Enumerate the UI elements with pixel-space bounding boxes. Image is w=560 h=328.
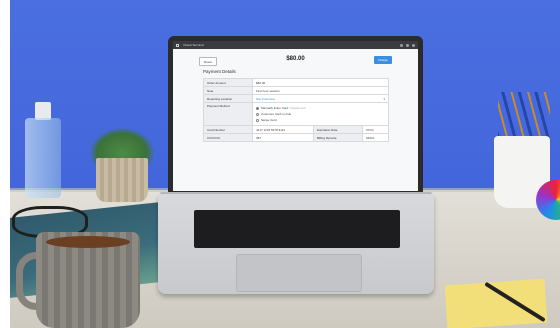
- laptop-trackpad: [236, 254, 362, 292]
- payment-option-swipe[interactable]: Swipe Card: [256, 117, 385, 123]
- form-row: Order Amount $80.00: [203, 78, 389, 87]
- form-row: Payment Method Manually Enter Card Maste…: [203, 102, 389, 126]
- close-icon[interactable]: [412, 43, 415, 47]
- cvv-label: CVV/CVC: [203, 133, 253, 142]
- section-title: Payment Details: [203, 69, 236, 74]
- laptop-screen: Virtual Terminal Reset $80.00 Charge Pay…: [173, 41, 418, 191]
- sticky-notes: [444, 278, 548, 328]
- payment-option-label: Manually Enter Card: [261, 106, 289, 110]
- note-input[interactable]: First hour session: [252, 86, 389, 95]
- payment-form: Order Amount $80.00 Note First hour sess…: [203, 78, 390, 142]
- form-row: Note First hour session: [203, 86, 389, 95]
- payment-option-label: Swipe Card: [261, 118, 277, 122]
- help-icon[interactable]: [400, 43, 403, 47]
- window-title: Virtual Terminal: [183, 43, 204, 47]
- window-titlebar: Virtual Terminal: [173, 41, 418, 49]
- card-number-label: Card Number: [203, 125, 253, 134]
- billing-zip-input[interactable]: 94010: [361, 133, 390, 142]
- radio-selected-icon: [256, 106, 259, 110]
- expiration-date-label: Expiration Date: [312, 125, 363, 134]
- order-amount-input[interactable]: $80.00: [252, 78, 389, 87]
- coffee: [46, 236, 130, 248]
- chevron-down-icon: ▾: [383, 96, 385, 101]
- radio-icon: [256, 112, 259, 116]
- order-amount-label: Order Amount: [203, 78, 253, 87]
- card-number-input[interactable]: 4417 1234 5678 9113: [252, 125, 314, 134]
- cvv-input[interactable]: 387: [252, 133, 314, 142]
- sanitizer-bottle: [25, 118, 61, 198]
- note-label: Note: [203, 86, 253, 95]
- expiration-date-input[interactable]: 07/24: [361, 125, 390, 134]
- reporting-location-select[interactable]: San Francisco ▾: [252, 94, 389, 103]
- laptop-keyboard: [194, 210, 400, 248]
- payment-method-label: Payment Method: [203, 102, 253, 126]
- settings-icon[interactable]: [406, 43, 409, 47]
- laptop-lid: Virtual Terminal Reset $80.00 Charge Pay…: [168, 36, 423, 194]
- form-row: Reporting Location San Francisco ▾: [203, 94, 389, 103]
- form-row: Card Number 4417 1234 5678 9113 Expirati…: [203, 125, 390, 134]
- reporting-location-value: San Francisco: [256, 96, 276, 101]
- window-icon: [176, 43, 179, 47]
- radio-icon: [256, 118, 259, 122]
- pens: [498, 92, 550, 142]
- plant-pot: [96, 158, 148, 202]
- titlebar-controls: [400, 43, 415, 47]
- photo-scene: Virtual Terminal Reset $80.00 Charge Pay…: [10, 0, 560, 328]
- payment-option-label: Customer Card on File: [261, 112, 292, 116]
- form-row: CVV/CVC 387 Billing Zipcode 94010: [203, 133, 390, 142]
- reporting-location-label: Reporting Location: [203, 94, 253, 103]
- payment-option-hint: Mastercard: [290, 106, 306, 110]
- charge-button[interactable]: Charge: [374, 56, 392, 64]
- payment-method-group: Manually Enter Card Mastercard Customer …: [252, 102, 389, 126]
- terminal-header: Reset $80.00 Charge: [173, 49, 418, 69]
- billing-zip-label: Billing Zipcode: [312, 133, 363, 142]
